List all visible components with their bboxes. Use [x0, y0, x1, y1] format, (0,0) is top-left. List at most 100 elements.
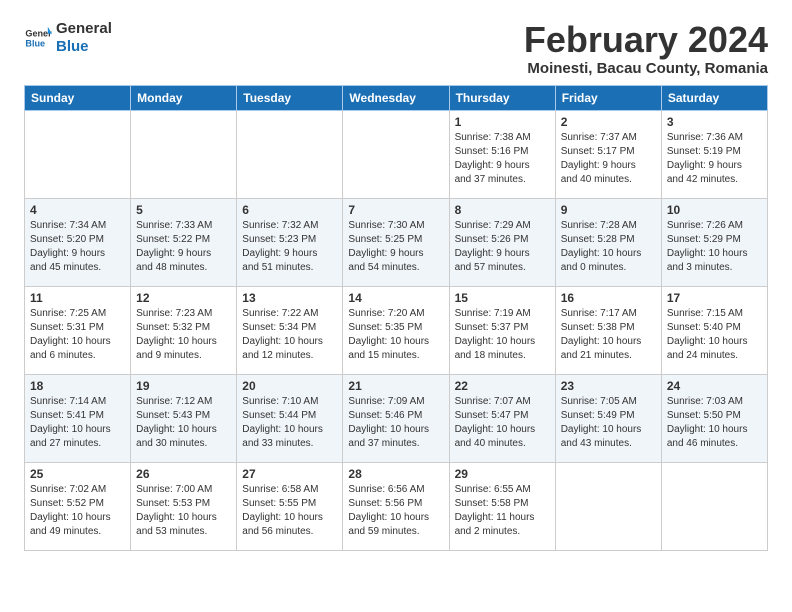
- day-number: 21: [348, 379, 443, 393]
- calendar-cell: [343, 110, 449, 198]
- cell-text: Sunrise: 7:03 AM Sunset: 5:50 PM Dayligh…: [667, 395, 762, 451]
- calendar-cell: 3 Sunrise: 7:36 AM Sunset: 5:19 PM Daylig…: [661, 110, 767, 198]
- day-number: 7: [348, 203, 443, 217]
- calendar-cell: 15 Sunrise: 7:19 AM Sunset: 5:37 PM Dayli…: [449, 286, 555, 374]
- day-number: 19: [136, 379, 231, 393]
- cell-text: Sunrise: 7:15 AM Sunset: 5:40 PM Dayligh…: [667, 307, 762, 363]
- cell-text: Sunrise: 6:55 AM Sunset: 5:58 PM Dayligh…: [455, 483, 550, 539]
- day-number: 24: [667, 379, 762, 393]
- cell-text: Sunrise: 7:00 AM Sunset: 5:53 PM Dayligh…: [136, 483, 231, 539]
- weekday-header-tuesday: Tuesday: [237, 85, 343, 110]
- cell-text: Sunrise: 7:12 AM Sunset: 5:43 PM Dayligh…: [136, 395, 231, 451]
- cell-text: Sunrise: 7:26 AM Sunset: 5:29 PM Dayligh…: [667, 219, 762, 275]
- cell-text: Sunrise: 6:58 AM Sunset: 5:55 PM Dayligh…: [242, 483, 337, 539]
- cell-text: Sunrise: 7:34 AM Sunset: 5:20 PM Dayligh…: [30, 219, 125, 275]
- weekday-header-row: SundayMondayTuesdayWednesdayThursdayFrid…: [25, 85, 768, 110]
- title-area: February 2024 Moinesti, Bacau County, Ro…: [524, 20, 768, 77]
- calendar-cell: [661, 462, 767, 550]
- day-number: 23: [561, 379, 656, 393]
- cell-text: Sunrise: 7:37 AM Sunset: 5:17 PM Dayligh…: [561, 131, 656, 187]
- calendar-cell: 21 Sunrise: 7:09 AM Sunset: 5:46 PM Dayli…: [343, 374, 449, 462]
- calendar-cell: 2 Sunrise: 7:37 AM Sunset: 5:17 PM Daylig…: [555, 110, 661, 198]
- calendar-subtitle: Moinesti, Bacau County, Romania: [524, 60, 768, 77]
- day-number: 13: [242, 291, 337, 305]
- cell-text: Sunrise: 7:36 AM Sunset: 5:19 PM Dayligh…: [667, 131, 762, 187]
- logo-blue-text: Blue: [56, 38, 112, 56]
- svg-text:Blue: Blue: [25, 38, 45, 48]
- cell-text: Sunrise: 7:17 AM Sunset: 5:38 PM Dayligh…: [561, 307, 656, 363]
- cell-text: Sunrise: 7:33 AM Sunset: 5:22 PM Dayligh…: [136, 219, 231, 275]
- calendar-cell: 7 Sunrise: 7:30 AM Sunset: 5:25 PM Daylig…: [343, 198, 449, 286]
- cell-text: Sunrise: 7:10 AM Sunset: 5:44 PM Dayligh…: [242, 395, 337, 451]
- calendar-cell: 10 Sunrise: 7:26 AM Sunset: 5:29 PM Dayli…: [661, 198, 767, 286]
- day-number: 4: [30, 203, 125, 217]
- day-number: 28: [348, 467, 443, 481]
- day-number: 17: [667, 291, 762, 305]
- calendar-cell: 25 Sunrise: 7:02 AM Sunset: 5:52 PM Dayli…: [25, 462, 131, 550]
- day-number: 5: [136, 203, 231, 217]
- day-number: 14: [348, 291, 443, 305]
- cell-text: Sunrise: 7:32 AM Sunset: 5:23 PM Dayligh…: [242, 219, 337, 275]
- day-number: 20: [242, 379, 337, 393]
- day-number: 26: [136, 467, 231, 481]
- cell-text: Sunrise: 7:29 AM Sunset: 5:26 PM Dayligh…: [455, 219, 550, 275]
- week-row-2: 4 Sunrise: 7:34 AM Sunset: 5:20 PM Daylig…: [25, 198, 768, 286]
- day-number: 2: [561, 115, 656, 129]
- cell-text: Sunrise: 7:25 AM Sunset: 5:31 PM Dayligh…: [30, 307, 125, 363]
- calendar-cell: 26 Sunrise: 7:00 AM Sunset: 5:53 PM Dayli…: [131, 462, 237, 550]
- day-number: 22: [455, 379, 550, 393]
- cell-text: Sunrise: 7:05 AM Sunset: 5:49 PM Dayligh…: [561, 395, 656, 451]
- cell-text: Sunrise: 7:09 AM Sunset: 5:46 PM Dayligh…: [348, 395, 443, 451]
- week-row-5: 25 Sunrise: 7:02 AM Sunset: 5:52 PM Dayli…: [25, 462, 768, 550]
- day-number: 9: [561, 203, 656, 217]
- calendar-cell: 13 Sunrise: 7:22 AM Sunset: 5:34 PM Dayli…: [237, 286, 343, 374]
- weekday-header-monday: Monday: [131, 85, 237, 110]
- week-row-3: 11Sunrise: 7:25 AM Sunset: 5:31 PM Dayli…: [25, 286, 768, 374]
- cell-text: Sunrise: 7:14 AM Sunset: 5:41 PM Dayligh…: [30, 395, 125, 451]
- calendar-cell: 28 Sunrise: 6:56 AM Sunset: 5:56 PM Dayli…: [343, 462, 449, 550]
- calendar-cell: 9Sunrise: 7:28 AM Sunset: 5:28 PM Daylig…: [555, 198, 661, 286]
- calendar-cell: 4 Sunrise: 7:34 AM Sunset: 5:20 PM Daylig…: [25, 198, 131, 286]
- calendar-cell: 27 Sunrise: 6:58 AM Sunset: 5:55 PM Dayli…: [237, 462, 343, 550]
- day-number: 18: [30, 379, 125, 393]
- calendar-cell: 12Sunrise: 7:23 AM Sunset: 5:32 PM Dayli…: [131, 286, 237, 374]
- logo-icon: General Blue: [24, 24, 52, 52]
- weekday-header-friday: Friday: [555, 85, 661, 110]
- calendar-title: February 2024: [524, 20, 768, 60]
- calendar-table: SundayMondayTuesdayWednesdayThursdayFrid…: [24, 85, 768, 551]
- calendar-cell: 17 Sunrise: 7:15 AM Sunset: 5:40 PM Dayli…: [661, 286, 767, 374]
- cell-text: Sunrise: 6:56 AM Sunset: 5:56 PM Dayligh…: [348, 483, 443, 539]
- logo-general-text: General: [56, 20, 112, 38]
- calendar-cell: 14Sunrise: 7:20 AM Sunset: 5:35 PM Dayli…: [343, 286, 449, 374]
- day-number: 8: [455, 203, 550, 217]
- day-number: 15: [455, 291, 550, 305]
- calendar-cell: 11Sunrise: 7:25 AM Sunset: 5:31 PM Dayli…: [25, 286, 131, 374]
- calendar-cell: 1Sunrise: 7:38 AM Sunset: 5:16 PM Daylig…: [449, 110, 555, 198]
- calendar-cell: [237, 110, 343, 198]
- calendar-cell: 6 Sunrise: 7:32 AM Sunset: 5:23 PM Daylig…: [237, 198, 343, 286]
- day-number: 6: [242, 203, 337, 217]
- weekday-header-wednesday: Wednesday: [343, 85, 449, 110]
- calendar-cell: 29 Sunrise: 6:55 AM Sunset: 5:58 PM Dayli…: [449, 462, 555, 550]
- day-number: 29: [455, 467, 550, 481]
- weekday-header-sunday: Sunday: [25, 85, 131, 110]
- weekday-header-saturday: Saturday: [661, 85, 767, 110]
- logo: General Blue General Blue: [24, 20, 112, 56]
- cell-text: Sunrise: 7:19 AM Sunset: 5:37 PM Dayligh…: [455, 307, 550, 363]
- calendar-cell: 5 Sunrise: 7:33 AM Sunset: 5:22 PM Daylig…: [131, 198, 237, 286]
- cell-text: Sunrise: 7:22 AM Sunset: 5:34 PM Dayligh…: [242, 307, 337, 363]
- cell-text: Sunrise: 7:07 AM Sunset: 5:47 PM Dayligh…: [455, 395, 550, 451]
- day-number: 10: [667, 203, 762, 217]
- day-number: 27: [242, 467, 337, 481]
- cell-text: Sunrise: 7:30 AM Sunset: 5:25 PM Dayligh…: [348, 219, 443, 275]
- day-number: 3: [667, 115, 762, 129]
- calendar-cell: 18 Sunrise: 7:14 AM Sunset: 5:41 PM Dayli…: [25, 374, 131, 462]
- calendar-cell: 8 Sunrise: 7:29 AM Sunset: 5:26 PM Daylig…: [449, 198, 555, 286]
- header: General Blue General Blue February 2024 …: [24, 20, 768, 77]
- cell-text: Sunrise: 7:23 AM Sunset: 5:32 PM Dayligh…: [136, 307, 231, 363]
- calendar-cell: 16Sunrise: 7:17 AM Sunset: 5:38 PM Dayli…: [555, 286, 661, 374]
- calendar-cell: 19 Sunrise: 7:12 AM Sunset: 5:43 PM Dayli…: [131, 374, 237, 462]
- week-row-1: 1Sunrise: 7:38 AM Sunset: 5:16 PM Daylig…: [25, 110, 768, 198]
- cell-text: Sunrise: 7:02 AM Sunset: 5:52 PM Dayligh…: [30, 483, 125, 539]
- day-number: 25: [30, 467, 125, 481]
